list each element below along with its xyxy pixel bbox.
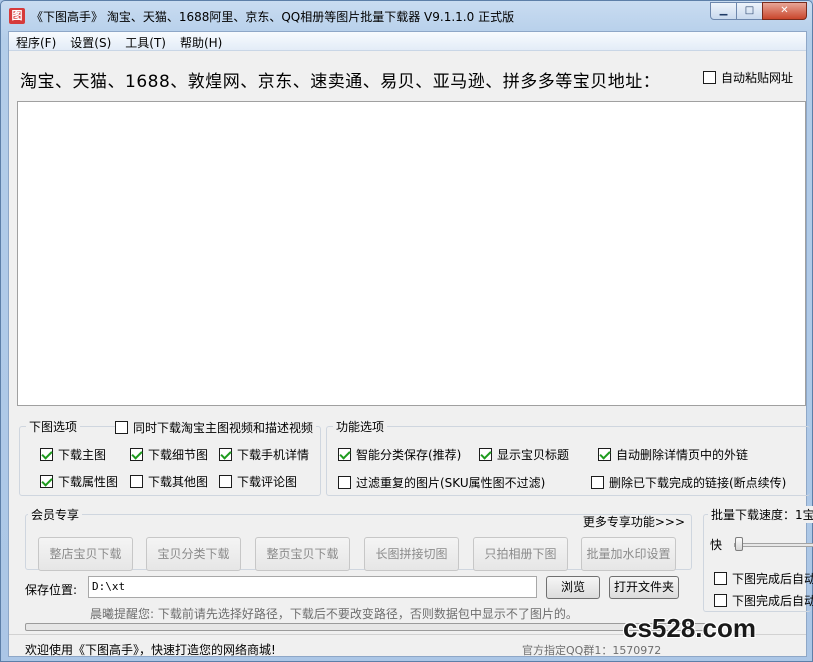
smart-classify-label: 智能分类保存(推荐) — [356, 448, 462, 462]
auto-paste-checkbox[interactable] — [703, 71, 716, 84]
close-button[interactable]: ✕ — [762, 2, 807, 20]
save-hint-text: 晨曦提醒您: 下载前请先选择好路径，下载后不要改变路径，否则数据包中显示不了图片… — [90, 607, 578, 621]
maximize-button[interactable]: □ — [736, 2, 763, 20]
option-delete-finished-links[interactable]: 删除已下载完成的链接(断点续传) — [591, 474, 786, 491]
review-image-label: 下载评论图 — [237, 475, 298, 489]
after-download-option-2[interactable]: 下图完成后自动 — [714, 592, 813, 609]
function-options-label: 功能选项 — [333, 418, 388, 435]
welcome-message: 欢迎使用《下图高手》，快速打造您的网络商城! — [25, 643, 276, 657]
batch-watermark-button[interactable]: 批量加水印设置 — [581, 537, 676, 571]
remove-external-links-checkbox[interactable] — [598, 448, 611, 461]
option-other-image[interactable]: 下载其他图 — [130, 473, 208, 490]
long-image-stitch-button[interactable]: 长图拼接切图 — [364, 537, 459, 571]
download-options-group: 下图选项 同时下载淘宝主图视频和描述视频 下载主图 下载细节图 下载手机详情 下… — [19, 418, 321, 496]
mobile-detail-label: 下载手机详情 — [237, 448, 310, 462]
batch-speed-group: 批量下载速度：1宝 快 下图完成后自动 下图完成后自动 — [703, 506, 813, 612]
option-show-title[interactable]: 显示宝贝标题 — [479, 446, 569, 463]
delete-finished-links-label: 删除已下载完成的链接(断点续传) — [609, 476, 787, 490]
other-image-checkbox[interactable] — [130, 475, 143, 488]
auto-paste-label: 自动粘贴网址 — [721, 71, 794, 85]
member-group: 会员专享 更多专享功能>>> 整店宝贝下载 宝贝分类下载 整页宝贝下载 长图拼接… — [25, 506, 692, 571]
client-area: 程序(F) 设置(S) 工具(T) 帮助(H) 淘宝、天猫、1688、敦煌网、京… — [8, 31, 813, 657]
other-image-label: 下载其他图 — [148, 475, 209, 489]
attribute-image-label: 下载属性图 — [58, 475, 119, 489]
main-image-checkbox[interactable] — [40, 448, 53, 461]
remove-external-links-label: 自动删除详情页中的外链 — [616, 448, 749, 462]
open-folder-button[interactable]: 打开文件夹 — [609, 576, 679, 599]
filter-duplicates-label: 过滤重复的图片(SKU属性图不过滤) — [356, 476, 546, 490]
menu-program[interactable]: 程序(F) — [9, 32, 63, 50]
delete-finished-links-checkbox[interactable] — [591, 476, 604, 489]
show-title-label: 显示宝贝标题 — [497, 448, 570, 462]
menu-settings[interactable]: 设置(S) — [63, 32, 118, 50]
filter-duplicates-checkbox[interactable] — [338, 476, 351, 489]
option-attribute-image[interactable]: 下载属性图 — [40, 473, 118, 490]
option-main-image[interactable]: 下载主图 — [40, 446, 106, 463]
save-location-label: 保存位置: — [25, 583, 78, 597]
option-detail-image[interactable]: 下载细节图 — [130, 446, 208, 463]
menu-help[interactable]: 帮助(H) — [173, 32, 229, 50]
window-controls: ▁ □ ✕ — [710, 2, 807, 20]
after-download-label-2: 下图完成后自动 — [732, 594, 813, 608]
video-download-option[interactable]: 同时下载淘宝主图视频和描述视频 — [115, 419, 317, 436]
qq-group-text: 官方指定QQ群1：1570972 — [522, 644, 662, 657]
show-title-checkbox[interactable] — [479, 448, 492, 461]
function-options-group: 功能选项 智能分类保存(推荐) 显示宝贝标题 自动删除详情页中的外链 过滤重复的… — [326, 418, 810, 496]
video-download-label: 同时下载淘宝主图视频和描述视频 — [133, 421, 314, 435]
after-download-checkbox-1[interactable] — [714, 572, 727, 585]
option-filter-duplicates[interactable]: 过滤重复的图片(SKU属性图不过滤) — [338, 474, 545, 491]
download-options-label: 下图选项 — [26, 418, 81, 435]
category-download-button[interactable]: 宝贝分类下载 — [146, 537, 241, 571]
option-review-image[interactable]: 下载评论图 — [219, 473, 297, 490]
batch-speed-label: 批量下载速度：1宝 — [708, 506, 813, 523]
after-download-checkbox-2[interactable] — [714, 594, 727, 607]
after-download-label-1: 下图完成后自动 — [732, 572, 813, 586]
more-features-link[interactable]: 更多专享功能>>> — [583, 513, 685, 530]
app-icon: 图 — [9, 8, 25, 24]
review-image-checkbox[interactable] — [219, 475, 232, 488]
title-bar[interactable]: 图 《下图高手》 淘宝、天猫、1688阿里、京东、QQ相册等图片批量下载器 V9… — [1, 1, 812, 31]
menu-tools[interactable]: 工具(T) — [118, 32, 173, 50]
site-watermark: cs528.com — [623, 613, 756, 643]
detail-image-label: 下载细节图 — [148, 448, 209, 462]
whole-shop-download-button[interactable]: 整店宝贝下载 — [38, 537, 133, 571]
video-download-checkbox[interactable] — [115, 421, 128, 434]
album-download-button[interactable]: 只拍相册下图 — [473, 537, 568, 571]
album-download-label: 只拍相册下图 — [484, 547, 557, 561]
detail-image-checkbox[interactable] — [130, 448, 143, 461]
speed-fast-label: 快 — [710, 538, 723, 552]
minimize-button[interactable]: ▁ — [710, 2, 737, 20]
after-download-option-1[interactable]: 下图完成后自动 — [714, 570, 813, 587]
option-smart-classify[interactable]: 智能分类保存(推荐) — [338, 446, 461, 463]
url-input-area[interactable] — [17, 101, 806, 406]
app-window: 图 《下图高手》 淘宝、天猫、1688阿里、京东、QQ相册等图片批量下载器 V9… — [0, 0, 813, 662]
option-remove-external-links[interactable]: 自动删除详情页中的外链 — [598, 446, 748, 463]
url-prompt-heading: 淘宝、天猫、1688、敦煌网、京东、速卖通、易贝、亚马逊、拼多多等宝贝地址： — [20, 72, 661, 92]
mobile-detail-checkbox[interactable] — [219, 448, 232, 461]
speed-slider-thumb[interactable] — [735, 537, 743, 551]
attribute-image-checkbox[interactable] — [40, 475, 53, 488]
browse-button[interactable]: 浏览 — [546, 576, 600, 599]
option-mobile-detail[interactable]: 下载手机详情 — [219, 446, 309, 463]
window-title: 《下图高手》 淘宝、天猫、1688阿里、京东、QQ相册等图片批量下载器 V9.1… — [31, 10, 515, 24]
speed-slider-track[interactable] — [734, 543, 813, 547]
main-image-label: 下载主图 — [58, 448, 107, 462]
member-group-label: 会员专享 — [28, 506, 83, 523]
save-path-input[interactable]: D:\xt — [88, 576, 537, 598]
download-progress-bar — [25, 623, 708, 631]
smart-classify-checkbox[interactable] — [338, 448, 351, 461]
page-download-button[interactable]: 整页宝贝下载 — [255, 537, 350, 571]
menu-bar: 程序(F) 设置(S) 工具(T) 帮助(H) — [9, 32, 806, 51]
auto-paste-option[interactable]: 自动粘贴网址 — [703, 69, 793, 86]
